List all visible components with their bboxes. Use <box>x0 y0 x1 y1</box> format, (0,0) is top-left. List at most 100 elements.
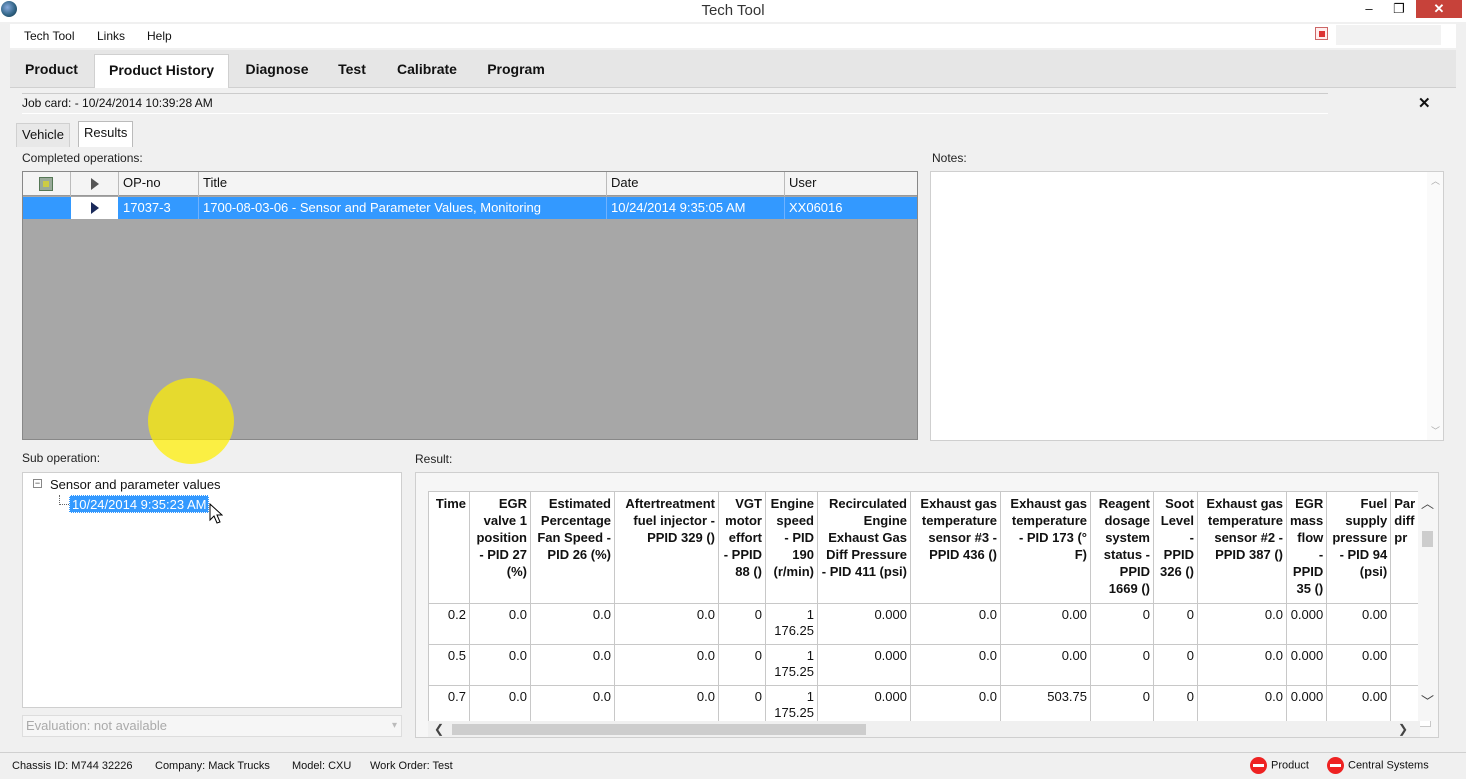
tree-connector <box>59 495 69 505</box>
work-order: Work Order: Test <box>370 760 453 772</box>
result-col-header[interactable]: Soot Level - PPID 326 () <box>1153 491 1198 604</box>
tab-product-history[interactable]: Product History <box>94 54 229 88</box>
tree-node-sensor-values[interactable]: Sensor and parameter values <box>50 477 221 492</box>
product-status[interactable]: Product <box>1250 757 1309 774</box>
cell: 0.0 <box>910 603 1001 645</box>
cell: 0.2 <box>428 603 470 645</box>
result-col-header[interactable]: Fuel supply pressure - PID 94 (psi) <box>1326 491 1392 604</box>
product-status-label: Product <box>1271 759 1309 772</box>
menu-help[interactable]: Help <box>147 29 172 43</box>
header-date[interactable]: Date <box>607 172 785 196</box>
maximize-button[interactable]: ❐ <box>1386 0 1412 18</box>
company: Company: Mack Trucks <box>155 760 270 772</box>
header-op-no[interactable]: OP-no <box>119 172 199 196</box>
cell: 0 <box>1153 644 1198 686</box>
result-col-header[interactable]: Exhaust gas temperature sensor #2 - PPID… <box>1197 491 1287 604</box>
result-col-header[interactable]: VGT motor effort - PPID 88 () <box>718 491 766 604</box>
table-row[interactable]: 0.2 0.0 0.0 0.0 0 1 176.25 0.000 0.0 0.0… <box>428 603 1432 645</box>
evaluation-value: Evaluation: not available <box>26 718 167 733</box>
header-status-column <box>23 172 71 196</box>
result-col-header[interactable]: Time <box>428 491 470 604</box>
evaluation-select[interactable]: Evaluation: not available ▾ <box>22 715 402 737</box>
cell-title: 1700-08-03-06 - Sensor and Parameter Val… <box>199 197 607 219</box>
cell: 0.0 <box>530 603 615 645</box>
scroll-left-icon[interactable]: ❮ <box>434 722 444 736</box>
close-job-card-button[interactable]: ✕ <box>1418 94 1431 112</box>
tree-node-selected[interactable]: 10/24/2014 9:35:23 AM <box>69 495 210 513</box>
cell: 0.0 <box>1197 644 1287 686</box>
cell-date: 10/24/2014 9:35:05 AM <box>607 197 785 219</box>
cell: 0.0 <box>614 603 719 645</box>
result-vertical-scrollbar[interactable]: ︿ ﹀ <box>1418 491 1438 721</box>
notification-flag-icon[interactable] <box>1315 27 1328 40</box>
result-grid[interactable]: Time EGR valve 1 position - PID 27 (%) E… <box>415 472 1439 738</box>
minimize-button[interactable]: – <box>1356 0 1382 18</box>
grid-header: OP-no Title Date User <box>23 172 917 196</box>
cursor-highlight <box>148 378 234 464</box>
result-col-header[interactable]: Aftertreatment fuel injector - PPID 329 … <box>614 491 719 604</box>
tab-results[interactable]: Results <box>78 121 134 147</box>
result-col-header[interactable]: Exhaust gas temperature sensor #3 - PPID… <box>910 491 1001 604</box>
scroll-thumb[interactable] <box>452 724 866 735</box>
cell: 0.00 <box>1326 644 1392 686</box>
chevron-down-icon[interactable]: ▾ <box>392 716 397 736</box>
cell: 0.00 <box>1000 603 1091 645</box>
window-title: Tech Tool <box>701 2 765 19</box>
result-header-row: Time EGR valve 1 position - PID 27 (%) E… <box>428 491 1432 604</box>
cell: 0 <box>1153 603 1198 645</box>
tab-diagnose[interactable]: Diagnose <box>236 54 318 88</box>
mouse-cursor-icon <box>209 503 223 524</box>
collapse-icon[interactable]: − <box>33 479 42 488</box>
scroll-down-icon[interactable]: ﹀ <box>1431 424 1440 437</box>
cell: 0.00 <box>1000 644 1091 686</box>
completed-operations-label: Completed operations: <box>22 151 143 165</box>
cell: 0.000 <box>1285 644 1328 686</box>
menu-tech-tool[interactable]: Tech Tool <box>24 29 74 43</box>
row-pointer-icon <box>91 202 99 214</box>
scroll-thumb[interactable] <box>1422 531 1433 547</box>
header-title[interactable]: Title <box>199 172 607 196</box>
tab-calibrate[interactable]: Calibrate <box>386 54 468 88</box>
result-horizontal-scrollbar[interactable]: ❮ ❯ <box>428 721 1420 737</box>
cell: 0 <box>1090 603 1154 645</box>
result-col-header[interactable]: EGR valve 1 position - PID 27 (%) <box>469 491 531 604</box>
cell: 0.0 <box>1197 603 1287 645</box>
main-tab-bar: Product Product History Diagnose Test Ca… <box>10 50 1456 88</box>
result-col-header[interactable]: Reagent dosage system status - PPID 1669… <box>1090 491 1154 604</box>
tab-vehicle[interactable]: Vehicle <box>16 123 70 147</box>
result-col-header[interactable]: Recirculated Engine Exhaust Gas Diff Pre… <box>817 491 911 604</box>
central-systems-label: Central Systems <box>1348 759 1429 772</box>
close-window-button[interactable]: ✕ <box>1416 0 1462 18</box>
cell: 0 <box>1090 644 1154 686</box>
cell-op-no: 17037-3 <box>119 197 199 219</box>
header-user[interactable]: User <box>785 172 917 196</box>
table-row[interactable]: 17037-3 1700-08-03-06 - Sensor and Param… <box>23 197 917 219</box>
header-pointer-column <box>71 172 119 196</box>
tab-program[interactable]: Program <box>476 54 556 88</box>
result-col-header[interactable]: Engine speed - PID 190 (r/min) <box>765 491 818 604</box>
job-card-label: Job card: - 10/24/2014 10:39:28 AM <box>22 96 213 110</box>
tab-test[interactable]: Test <box>326 54 378 88</box>
table-row[interactable]: 0.5 0.0 0.0 0.0 0 1 175.25 0.000 0.0 0.0… <box>428 644 1432 686</box>
chassis-id: Chassis ID: M744 32226 <box>12 760 133 772</box>
scroll-up-icon[interactable]: ︿ <box>1421 493 1434 512</box>
scroll-down-icon[interactable]: ﹀ <box>1421 691 1434 710</box>
central-systems-status[interactable]: Central Systems <box>1327 757 1429 774</box>
menu-links[interactable]: Links <box>97 29 125 43</box>
menu-bar: Tech Tool Links Help <box>10 24 1456 48</box>
status-icon <box>39 177 53 191</box>
result-col-header[interactable]: Estimated Percentage Fan Speed - PID 26 … <box>530 491 615 604</box>
scroll-right-icon[interactable]: ❯ <box>1398 722 1408 736</box>
cell: 0 <box>718 644 766 686</box>
result-col-header[interactable]: Exhaust gas temperature - PID 173 (° F) <box>1000 491 1091 604</box>
notes-scrollbar[interactable]: ︿ ﹀ <box>1427 172 1443 440</box>
cell: 0.0 <box>469 644 531 686</box>
stop-icon <box>1327 757 1344 774</box>
notes-textarea[interactable]: ︿ ﹀ <box>930 171 1444 441</box>
cell: 0.000 <box>817 644 911 686</box>
scroll-up-icon[interactable]: ︿ <box>1431 174 1440 187</box>
tab-product[interactable]: Product <box>14 54 89 88</box>
cell: 0.000 <box>1285 603 1328 645</box>
result-col-header[interactable]: EGR mass flow - PPID 35 () <box>1285 491 1328 604</box>
cell: 0.0 <box>530 644 615 686</box>
